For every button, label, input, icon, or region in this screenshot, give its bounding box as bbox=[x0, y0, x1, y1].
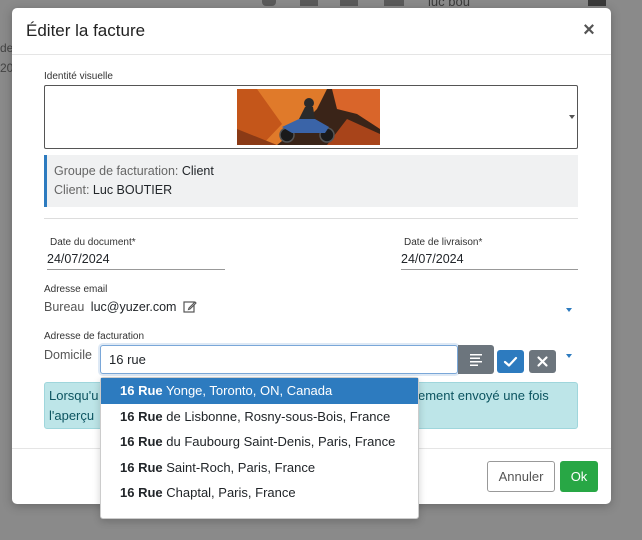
background-icon bbox=[340, 0, 358, 6]
edit-icon[interactable] bbox=[183, 300, 197, 316]
billing-group-value: Client bbox=[181, 164, 214, 178]
visual-identity-select[interactable] bbox=[44, 85, 578, 149]
suggestion-item[interactable]: 16 Rue du Faubourg Saint-Denis, Paris, F… bbox=[101, 429, 418, 455]
visual-identity-label: Identité visuelle bbox=[44, 71, 113, 82]
email-value: luc@yuzer.com bbox=[90, 300, 177, 314]
email-label: Adresse email bbox=[44, 284, 108, 295]
background-icon bbox=[300, 0, 318, 6]
address-suggestions-dropdown: 16 Rue Yonge, Toronto, ON, Canada 16 Rue … bbox=[100, 377, 419, 519]
billing-info-box: Groupe de facturation: Client Client: Lu… bbox=[44, 155, 578, 207]
billing-address-type: Domicile bbox=[44, 348, 92, 362]
confirm-address-button[interactable] bbox=[497, 350, 524, 373]
modal-title: Éditer la facture bbox=[26, 21, 146, 40]
email-chevron-down-icon[interactable] bbox=[566, 308, 572, 312]
suggestion-item[interactable]: 16 Rue de Lisbonne, Rosny-sous-Bois, Fra… bbox=[101, 404, 418, 430]
modal-header: Éditer la facture × bbox=[12, 8, 611, 55]
ok-button[interactable]: Ok bbox=[560, 461, 598, 492]
divider bbox=[44, 218, 578, 219]
background-icon bbox=[384, 0, 404, 6]
background-page bbox=[0, 0, 642, 8]
client-value: Luc BOUTIER bbox=[92, 183, 173, 197]
address-list-button[interactable] bbox=[458, 345, 494, 374]
cancel-button[interactable]: Annuler bbox=[487, 461, 555, 492]
document-date-label: Date du document* bbox=[50, 237, 136, 248]
billing-chevron-down-icon[interactable] bbox=[566, 354, 572, 358]
cancel-address-button[interactable] bbox=[529, 350, 556, 373]
document-date-input[interactable]: 24/07/2024 bbox=[47, 250, 225, 270]
suggestion-item[interactable]: 16 Rue Saint-Roch, Paris, France bbox=[101, 455, 418, 481]
close-icon[interactable]: × bbox=[579, 20, 599, 40]
email-row[interactable]: Bureau luc@yuzer.com bbox=[44, 300, 197, 316]
check-icon bbox=[503, 356, 518, 367]
delivery-date-input[interactable]: 24/07/2024 bbox=[401, 250, 578, 270]
billing-group-line: Groupe de facturation: Client bbox=[54, 164, 214, 178]
suggestion-item[interactable]: 16 Rue Yonge, Toronto, ON, Canada bbox=[101, 378, 418, 404]
delivery-date-label: Date de livraison* bbox=[404, 237, 483, 248]
client-line: Client: Luc BOUTIER bbox=[54, 183, 173, 197]
billing-address-label: Adresse de facturation bbox=[44, 331, 145, 342]
background-search-icon bbox=[588, 0, 606, 6]
close-icon bbox=[537, 356, 548, 367]
list-icon bbox=[470, 354, 482, 366]
background-icon bbox=[262, 0, 276, 6]
logo-image bbox=[237, 89, 380, 145]
email-type: Bureau bbox=[44, 300, 85, 314]
chevron-down-icon bbox=[569, 115, 575, 119]
suggestion-item[interactable]: 16 Rue Chaptal, Paris, France bbox=[101, 480, 418, 506]
billing-address-input[interactable] bbox=[100, 345, 458, 374]
